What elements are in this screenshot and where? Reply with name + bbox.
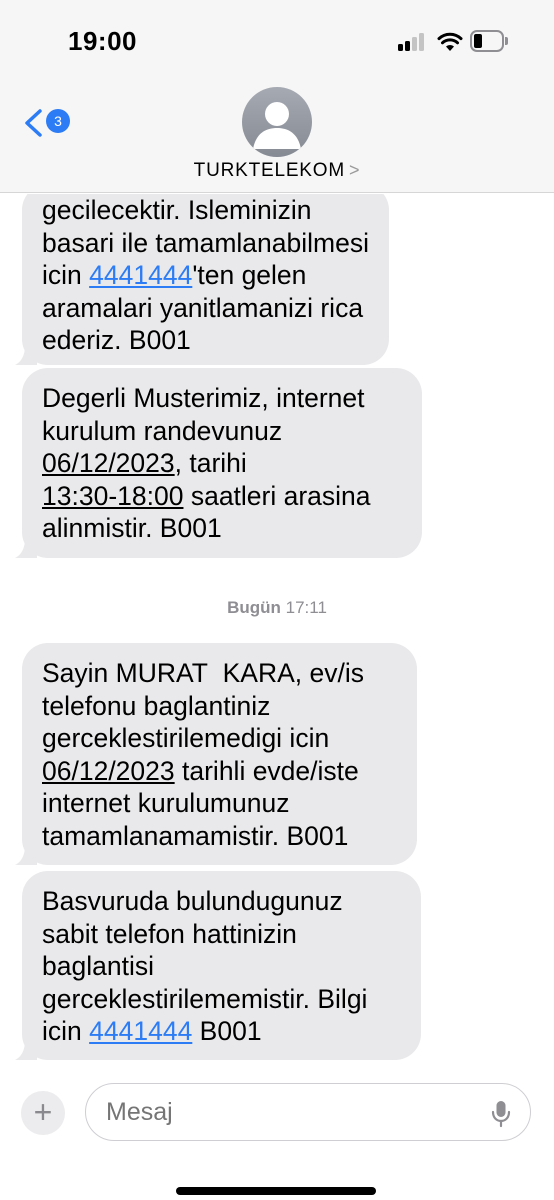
person-silhouette-icon	[253, 102, 301, 149]
message-bubble[interactable]: Degerli Musterimiz, internet kurulum rand…	[15, 368, 422, 558]
phone-number-link[interactable]: 4441444	[89, 260, 192, 290]
message-text-run: Basvuruda bulundugunuz	[42, 886, 343, 916]
unread-count-badge[interactable]: 3	[46, 109, 70, 133]
home-indicator[interactable]	[176, 1187, 376, 1195]
message-line: icin 4441444'ten gelen	[42, 259, 369, 292]
add-attachment-button[interactable]: +	[21, 1091, 65, 1135]
message-text-run: alinmistir. B001	[42, 513, 222, 543]
microphone-icon[interactable]	[490, 1099, 512, 1129]
message-line: Degerli Musterimiz, internet	[42, 382, 402, 415]
message-line: tamamlanamamistir. B001	[42, 820, 397, 853]
message-text-run: basari ile tamamlanabilmesi	[42, 227, 369, 258]
message-text-run: Degerli Musterimiz, internet	[42, 383, 365, 413]
message-line: 06/12/2023, tarihi	[42, 447, 402, 480]
message-bubble[interactable]: Sayin MURAT KARA, ev/is telefonu baglanti…	[15, 643, 417, 865]
status-bar: 19:00	[0, 0, 554, 80]
message-line: gecilecektir. Isleminizin	[42, 194, 369, 227]
message-input[interactable]	[85, 1083, 531, 1141]
conversation-header: 3 TURKTELEKOM >	[0, 80, 554, 193]
message-text-run: icin	[42, 260, 90, 290]
message-text-run: , tarihi	[174, 448, 247, 478]
timestamp-day: Bugün	[227, 598, 281, 617]
contact-avatar[interactable]	[242, 87, 312, 157]
message-bubble[interactable]: gecilecektir. Isleminizin basari ile tama…	[15, 194, 389, 365]
message-line: ederiz. B001	[42, 324, 369, 357]
chevron-right-icon: >	[349, 160, 361, 180]
message-text-run: baglantisi	[42, 951, 154, 981]
message-line: 13:30-18:00 saatleri arasina	[42, 480, 402, 513]
message-bubble[interactable]: Basvuruda bulundugunuz sabit telefon hatt…	[15, 871, 421, 1060]
message-text-run: Sayin MURAT KARA, ev/is	[42, 658, 364, 688]
message-text: Degerli Musterimiz, internet kurulum rand…	[42, 382, 402, 545]
message-text-run: 'ten gelen	[192, 260, 307, 290]
message-text-run: B001	[192, 1016, 262, 1046]
message-text-run: icin	[42, 1016, 90, 1046]
message-line: Sayin MURAT KARA, ev/is	[42, 657, 397, 690]
message-line: Basvuruda bulundugunuz	[42, 885, 401, 918]
message-line: sabit telefon hattinizin	[42, 918, 401, 951]
message-text: Basvuruda bulundugunuz sabit telefon hatt…	[42, 885, 401, 1048]
message-line: baglantisi	[42, 950, 401, 983]
cellular-signal-icon	[398, 33, 426, 51]
message-text-run: telefonu baglantiniz	[42, 690, 271, 721]
battery-icon	[470, 30, 508, 52]
message-line: 06/12/2023 tarihli evde/iste	[42, 755, 397, 788]
message-text-run: internet kurulumunuz	[42, 788, 290, 818]
message-text-run: gerceklestirilememistir. Bilgi	[42, 983, 368, 1014]
message-line: alinmistir. B001	[42, 512, 402, 545]
message-line: basari ile tamamlanabilmesi	[42, 227, 369, 260]
message-line: internet kurulumunuz	[42, 787, 397, 820]
compose-bar: +	[0, 1069, 554, 1200]
message-text-run: tarihli evde/iste	[174, 755, 359, 786]
status-time: 19:00	[68, 26, 137, 56]
message-text-run: tamamlanamamistir. B001	[42, 820, 349, 851]
message-text: gecilecektir. Isleminizin basari ile tama…	[42, 194, 369, 357]
message-line: gerceklestirilemedigi icin	[42, 722, 397, 755]
bubble-tail	[15, 538, 37, 558]
message-text-run: kurulum randevunuz	[42, 415, 283, 446]
bubble-tail	[15, 1040, 37, 1060]
timestamp-time: 17:11	[285, 598, 327, 617]
detected-date-time-link[interactable]: 06/12/2023	[42, 448, 175, 478]
phone-number-link[interactable]: 4441444	[89, 1016, 192, 1046]
message-thread[interactable]: gecilecektir. Isleminizin basari ile tama…	[0, 194, 554, 1069]
message-text-run: ederiz. B001	[42, 325, 191, 355]
message-text-run: sabit telefon hattinizin	[42, 918, 297, 949]
message-line: aramalari yanitlamanizi rica	[42, 292, 369, 325]
message-text-run: gerceklestirilemedigi icin	[42, 723, 330, 753]
message-text-run: aramalari yanitlamanizi rica	[42, 292, 364, 323]
contact-name[interactable]: TURKTELEKOM	[194, 160, 345, 181]
bubble-tail	[15, 845, 37, 865]
contact-name-row[interactable]: TURKTELEKOM >	[0, 160, 554, 182]
message-line: icin 4441444 B001	[42, 1015, 401, 1048]
detected-date-time-link[interactable]: 06/12/2023	[42, 756, 175, 786]
message-text-run: saatleri arasina	[183, 480, 371, 511]
message-line: kurulum randevunuz	[42, 415, 402, 448]
message-line: gerceklestirilememistir. Bilgi	[42, 983, 401, 1016]
back-chevron-icon[interactable]	[22, 108, 46, 138]
bubble-tail	[15, 345, 37, 365]
message-timestamp: Bugün 17:11	[0, 598, 554, 618]
detected-date-time-link[interactable]: 13:30-18:00	[42, 481, 183, 511]
message-text-run: gecilecektir. Isleminizin	[42, 195, 312, 225]
wifi-icon	[437, 32, 463, 51]
message-line: telefonu baglantiniz	[42, 690, 397, 723]
message-text: Sayin MURAT KARA, ev/is telefonu baglanti…	[42, 657, 397, 852]
